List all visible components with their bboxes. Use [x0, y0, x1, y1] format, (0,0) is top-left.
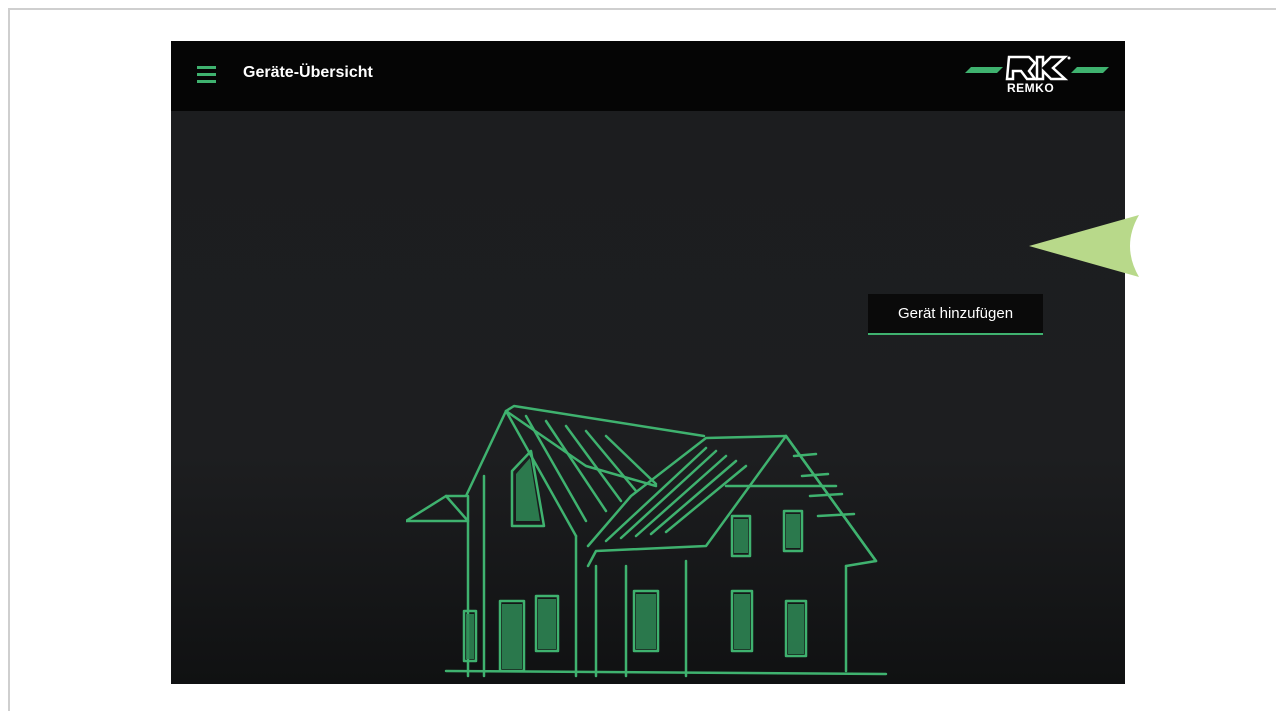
top-bar: Geräte-Übersicht REMKO	[171, 41, 1125, 111]
app-screen: Geräte-Übersicht REMKO Gerät hinzufügen	[171, 41, 1125, 684]
page-title: Geräte-Übersicht	[243, 64, 373, 81]
hamburger-menu-icon[interactable]	[197, 66, 216, 85]
device-overview-area: Gerät hinzufügen	[171, 111, 1125, 684]
remko-logo: REMKO	[965, 53, 1109, 97]
add-device-button[interactable]: Gerät hinzufügen	[868, 294, 1043, 335]
arrow-pointer-icon	[1029, 215, 1139, 277]
logo-text: REMKO	[1007, 81, 1055, 95]
house-illustration	[406, 404, 888, 678]
